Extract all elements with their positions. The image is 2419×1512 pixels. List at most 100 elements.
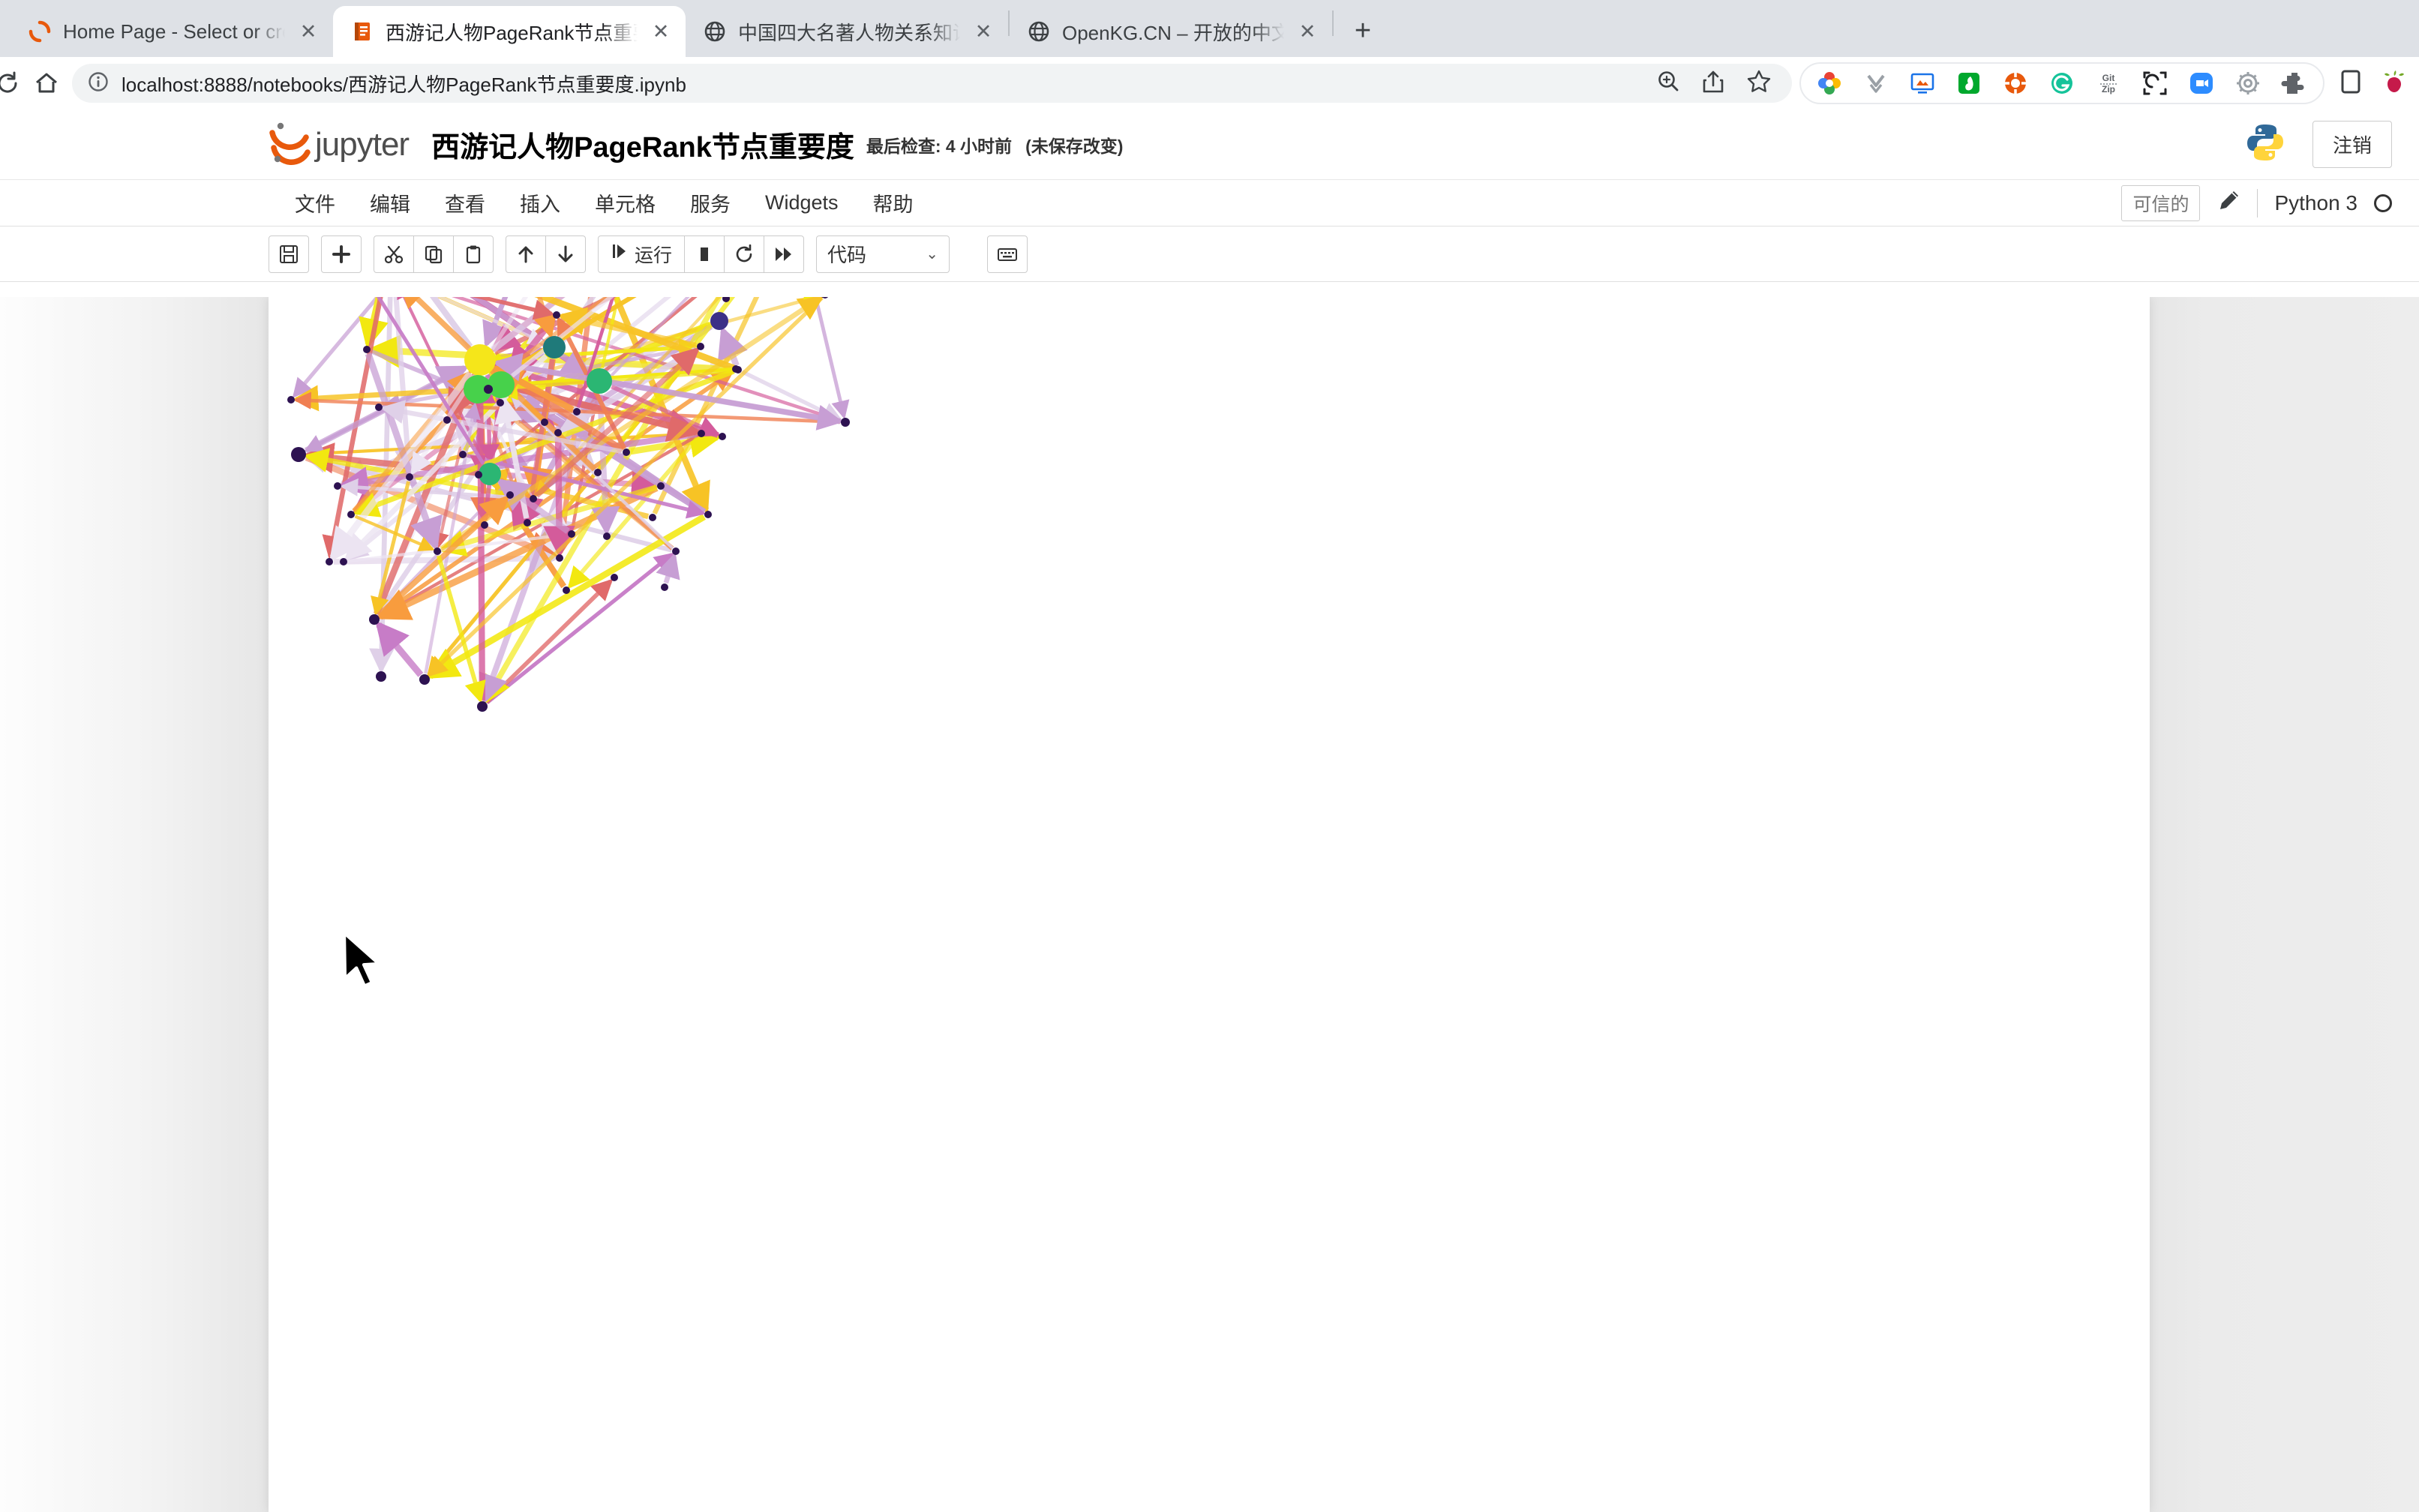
jupyter-logo-text: jupyter: [315, 125, 410, 163]
raspberry-profile-icon[interactable]: [2380, 68, 2408, 100]
lifebuoy-icon[interactable]: [2002, 70, 2029, 97]
graph-node: [419, 674, 430, 685]
cell-type-select[interactable]: 代码 ⌄: [816, 235, 950, 273]
copy-icon[interactable]: [413, 235, 454, 273]
close-icon[interactable]: ✕: [296, 19, 321, 44]
url-text: localhost:8888/notebooks/西游记人物PageRank节点…: [122, 73, 686, 96]
restart-circle-icon[interactable]: [724, 235, 765, 273]
tab-title: 中国四大名著人物关系知识图谱和: [738, 21, 960, 44]
zoom-in-icon[interactable]: [1655, 69, 1681, 98]
menu-item-help[interactable]: 帮助: [856, 188, 931, 218]
tab-title: OpenKG.CN – 开放的中文知识图: [1062, 21, 1284, 44]
menu-item-file[interactable]: 文件: [278, 188, 353, 218]
menu-item-cell[interactable]: 单元格: [578, 188, 673, 218]
reload-icon[interactable]: [0, 62, 26, 104]
checkpoint-status: 最后检查: 4 小时前: [866, 136, 1013, 156]
browser-omnibar: localhost:8888/notebooks/西游记人物PageRank节点…: [0, 57, 2419, 110]
unsaved-status: (未保存改变): [1025, 136, 1124, 156]
graph-node: [553, 311, 560, 319]
close-icon[interactable]: ✕: [971, 19, 996, 44]
browser-tab-2[interactable]: 中国四大名著人物关系知识图谱和 ✕: [686, 6, 1008, 57]
grammarly-icon[interactable]: [2048, 70, 2075, 97]
save-disk-icon[interactable]: [269, 235, 309, 273]
pencil-icon[interactable]: [2216, 189, 2240, 217]
plus-icon[interactable]: [321, 235, 362, 273]
graph-node: [488, 371, 515, 398]
status-badge: 可信的: [2121, 184, 2201, 221]
gitzip-icon[interactable]: Git Zip: [2095, 70, 2122, 97]
share-icon[interactable]: [1700, 69, 1726, 98]
evernote-icon[interactable]: [1955, 70, 1982, 97]
graph-node: [475, 471, 482, 478]
info-circle-icon[interactable]: [87, 70, 110, 97]
arrow-up-icon[interactable]: [506, 235, 546, 273]
graph-edge: [375, 620, 424, 677]
graph-node: [363, 346, 371, 353]
page-title[interactable]: 西游记人物PageRank节点重要度: [431, 124, 854, 165]
menu-item-widgets[interactable]: Widgets: [748, 191, 856, 214]
bookmark-star-icon[interactable]: [1745, 68, 1772, 99]
menu-item-view[interactable]: 查看: [428, 188, 503, 218]
graph-node: [710, 312, 728, 330]
screenshot-icon[interactable]: [2141, 70, 2168, 97]
puzzle-extension-icon[interactable]: [2281, 70, 2308, 97]
graph-node: [719, 433, 726, 440]
run-label: 运行: [635, 244, 673, 266]
graph-node: [406, 473, 413, 481]
paste-icon[interactable]: [453, 235, 494, 273]
graph-edge-layer: [292, 297, 850, 705]
toolbar-group-run: 运行: [598, 235, 805, 273]
new-tab-button[interactable]: +: [1343, 10, 1383, 51]
graph-node: [340, 558, 347, 566]
close-icon[interactable]: ✕: [648, 19, 674, 44]
graph-node: [587, 368, 612, 394]
graph-node: [704, 511, 712, 518]
arrow-down-icon[interactable]: [545, 235, 586, 273]
pocket-icon[interactable]: [1862, 70, 1889, 97]
cell-type-value: 代码: [827, 244, 867, 266]
menu-item-edit[interactable]: 编辑: [353, 188, 428, 218]
url-bar[interactable]: localhost:8888/notebooks/西游记人物PageRank节点…: [72, 64, 1792, 103]
browser-tab-3[interactable]: OpenKG.CN – 开放的中文知识图 ✕: [1010, 6, 1332, 57]
logout-button[interactable]: 注销: [2312, 121, 2392, 168]
run-button[interactable]: 运行: [598, 235, 686, 273]
fast-forward-icon[interactable]: [764, 235, 805, 273]
keyboard-icon[interactable]: [987, 235, 1028, 273]
graph-node: [541, 418, 548, 426]
graph-node: [841, 418, 850, 427]
pagerank-network-graph: [287, 297, 850, 712]
zoom-video-icon[interactable]: [2188, 70, 2215, 97]
graph-node: [287, 396, 295, 404]
graph-node: [459, 451, 467, 458]
page-gutter-left: [0, 297, 269, 1512]
browser-tab-0[interactable]: Home Page - Select or create a ✕: [11, 6, 333, 57]
extensions-toolbar: Git Zip: [1799, 62, 2324, 104]
screencast-icon[interactable]: [1909, 70, 1936, 97]
toolbar-group-clipboard: [374, 235, 494, 273]
browser-tab-1[interactable]: 西游记人物PageRank节点重要度 ✕: [333, 6, 686, 57]
graph-node: [603, 532, 611, 540]
home-icon[interactable]: [26, 62, 68, 104]
kernel-idle-circle-icon[interactable]: [2374, 194, 2392, 212]
sidebar-icon[interactable]: [2338, 68, 2363, 99]
toolbar-group-keyboard: [987, 235, 1028, 273]
stop-square-icon[interactable]: [684, 235, 725, 273]
settings-gear-icon[interactable]: [2234, 70, 2261, 97]
jupyter-logo[interactable]: jupyter: [269, 119, 410, 170]
run-step-icon: [611, 242, 629, 266]
close-icon[interactable]: ✕: [1295, 19, 1320, 44]
graph-node: [375, 404, 383, 411]
kernel-name: Python 3: [2274, 190, 2357, 214]
scissors-icon[interactable]: [374, 235, 414, 273]
graph-node: [524, 519, 531, 526]
omnibar-trailing: [2324, 68, 2408, 100]
menu-item-kernel[interactable]: 服务: [673, 188, 748, 218]
browser-window: Home Page - Select or create a ✕ 西游记人物Pa…: [0, 0, 2419, 1512]
graph-node: [822, 297, 828, 298]
globe-icon: [702, 19, 728, 44]
jupyter-menubar: 文件 编辑 查看 插入 单元格 服务 Widgets 帮助 可信的 Python…: [0, 180, 2419, 226]
photos-icon[interactable]: [1816, 70, 1843, 97]
menu-item-insert[interactable]: 插入: [503, 188, 578, 218]
graph-node: [611, 574, 618, 581]
graph-node: [481, 521, 488, 529]
